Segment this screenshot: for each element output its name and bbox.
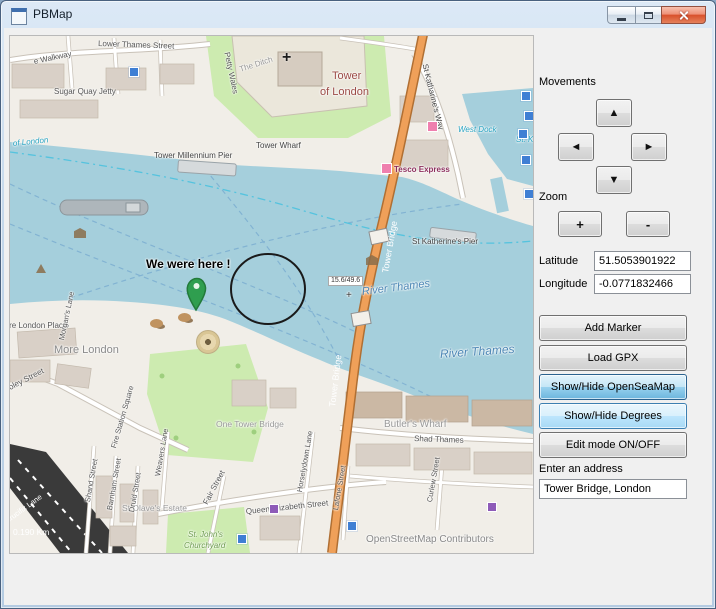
arrow-right-icon: ► xyxy=(644,141,655,153)
zoom-in-button[interactable]: + xyxy=(558,211,602,237)
minus-icon: - xyxy=(646,217,650,232)
edit-mode-button[interactable]: Edit mode ON/OFF xyxy=(539,432,687,458)
maximize-icon xyxy=(644,12,653,19)
caption-buttons xyxy=(607,6,706,24)
client-area: e WalkwayLower Thames StreetPetty WalesT… xyxy=(4,28,712,605)
arrow-left-icon: ◄ xyxy=(571,141,582,153)
latitude-input[interactable] xyxy=(594,251,691,271)
plus-icon: + xyxy=(576,217,584,232)
minimize-icon xyxy=(617,18,626,21)
move-right-button[interactable]: ► xyxy=(631,133,667,161)
white-tower-building xyxy=(278,52,322,86)
longitude-label: Longitude xyxy=(539,278,587,290)
latitude-label: Latitude xyxy=(539,255,578,267)
add-marker-button[interactable]: Add Marker xyxy=(539,315,687,341)
show-hide-openseamap-button[interactable]: Show/Hide OpenSeaMap xyxy=(539,374,687,400)
arrow-up-icon: ▲ xyxy=(609,107,620,119)
app-window: PBMap xyxy=(0,0,716,609)
map-tiles xyxy=(10,36,533,553)
minimize-button[interactable] xyxy=(607,6,636,24)
app-icon xyxy=(11,8,27,25)
address-label: Enter an address xyxy=(539,463,623,475)
titlebar[interactable]: PBMap xyxy=(1,1,715,28)
maximize-button[interactable] xyxy=(635,6,662,24)
move-left-button[interactable]: ◄ xyxy=(558,133,594,161)
move-up-button[interactable]: ▲ xyxy=(596,99,632,127)
zoom-out-button[interactable]: - xyxy=(626,211,670,237)
load-gpx-button[interactable]: Load GPX xyxy=(539,345,687,371)
address-input[interactable] xyxy=(539,479,687,499)
show-hide-degrees-button[interactable]: Show/Hide Degrees xyxy=(539,403,687,429)
movements-label: Movements xyxy=(539,76,596,88)
zoom-label: Zoom xyxy=(539,191,567,203)
arrow-down-icon: ▼ xyxy=(609,174,620,186)
window-title: PBMap xyxy=(33,1,72,28)
vessel xyxy=(60,200,148,215)
longitude-input[interactable] xyxy=(594,274,691,294)
move-down-button[interactable]: ▼ xyxy=(596,166,632,194)
close-button[interactable] xyxy=(661,6,706,24)
map-canvas[interactable]: e WalkwayLower Thames StreetPetty WalesT… xyxy=(10,36,533,553)
close-icon xyxy=(678,10,689,21)
